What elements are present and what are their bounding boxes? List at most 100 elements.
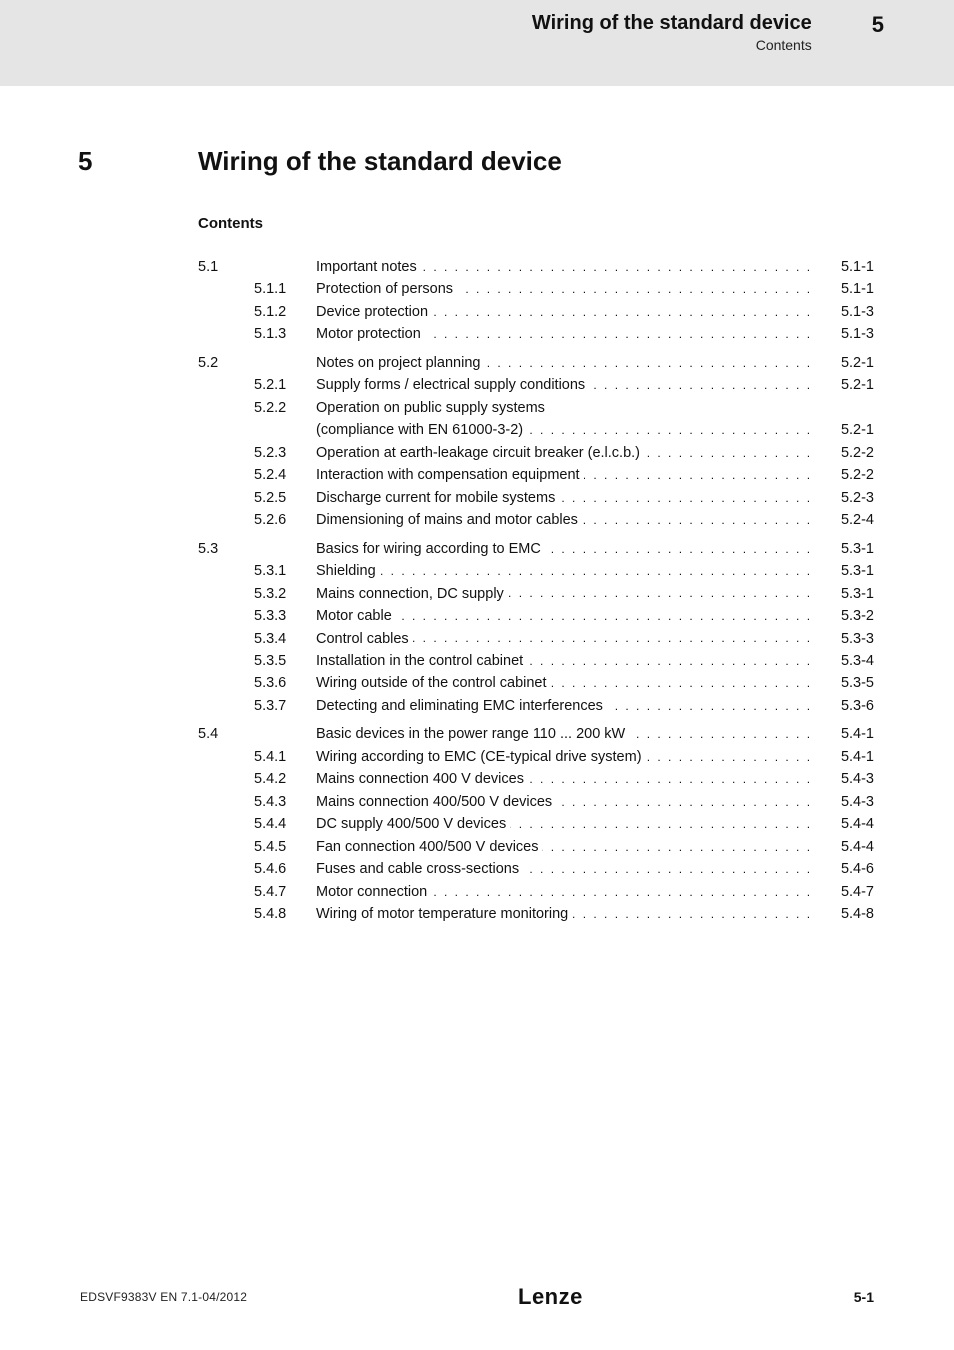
toc-title: Discharge current for mobile systems: [316, 487, 810, 509]
toc-row[interactable]: 5.4.1Wiring according to EMC (CE-typical…: [198, 746, 874, 768]
header-text: Wiring of the standard device Contents: [532, 12, 812, 53]
toc-num-level2: 5.4.5: [254, 836, 316, 858]
toc-title: Motor connection: [316, 881, 810, 903]
toc-num-level2: 5.4.3: [254, 791, 316, 813]
toc-num-level2: 5.4.4: [254, 813, 316, 835]
toc-title: Interaction with compensation equipment: [316, 464, 810, 486]
toc-row[interactable]: 5.1.1Protection of persons5.1-1: [198, 278, 874, 300]
toc-page: 5.4-8: [810, 903, 874, 925]
toc-row[interactable]: 5.2.4Interaction with compensation equip…: [198, 464, 874, 486]
toc-title: Fuses and cable cross-sections: [316, 858, 810, 880]
toc-page: 5.3-5: [810, 672, 874, 694]
header-page-number: 5: [872, 12, 884, 38]
footer-page: 5-1: [854, 1289, 874, 1305]
contents-label: Contents: [198, 215, 954, 232]
toc-title: Protection of persons: [316, 278, 810, 300]
toc-title: Mains connection 400 V devices: [316, 768, 810, 790]
toc-row[interactable]: 5.4.7Motor connection5.4-7: [198, 881, 874, 903]
toc-title-line1: Operation on public supply systems: [316, 397, 810, 419]
section-title: Wiring of the standard device: [198, 146, 562, 177]
toc-title: Shielding: [316, 560, 810, 582]
toc-row[interactable]: 5.4Basic devices in the power range 110 …: [198, 723, 874, 745]
toc-row[interactable]: 5.1.2Device protection5.1-3: [198, 301, 874, 323]
toc-title: Device protection: [316, 301, 810, 323]
toc-row[interactable]: 5.2.2Operation on public supply systems(…: [198, 397, 874, 442]
section-number: 5: [78, 146, 198, 177]
toc-row[interactable]: 5.3.3Motor cable5.3-2: [198, 605, 874, 627]
toc-row[interactable]: 5.2.5Discharge current for mobile system…: [198, 487, 874, 509]
toc-row[interactable]: 5.2Notes on project planning5.2-1: [198, 352, 874, 374]
toc-row[interactable]: 5.2.1Supply forms / electrical supply co…: [198, 374, 874, 396]
toc-page: 5.3-2: [810, 605, 874, 627]
footer-brand: Lenze: [518, 1284, 583, 1310]
toc-title: Wiring outside of the control cabinet: [316, 672, 810, 694]
toc-row[interactable]: 5.4.5Fan connection 400/500 V devices5.4…: [198, 836, 874, 858]
toc-row[interactable]: 5.3.5Installation in the control cabinet…: [198, 650, 874, 672]
toc-title: Operation on public supply systems(compl…: [316, 397, 810, 442]
toc-row[interactable]: 5.2.3Operation at earth-leakage circuit …: [198, 442, 874, 464]
toc-num-level2: 5.3.4: [254, 628, 316, 650]
toc-page: 5.4-1: [810, 723, 874, 745]
toc-title: Dimensioning of mains and motor cables: [316, 509, 810, 531]
toc-num-level2: 5.1.1: [254, 278, 316, 300]
toc-row[interactable]: 5.3Basics for wiring according to EMC5.3…: [198, 538, 874, 560]
toc-page: 5.4-7: [810, 881, 874, 903]
toc-row[interactable]: 5.3.1Shielding5.3-1: [198, 560, 874, 582]
toc-row[interactable]: 5.4.4DC supply 400/500 V devices5.4-4: [198, 813, 874, 835]
toc-num-level2: 5.4.8: [254, 903, 316, 925]
toc-page: 5.2-2: [810, 464, 874, 486]
toc-num-level2: 5.2.4: [254, 464, 316, 486]
section-heading: 5 Wiring of the standard device: [78, 146, 954, 177]
toc-row[interactable]: 5.2.6Dimensioning of mains and motor cab…: [198, 509, 874, 531]
toc-num-level2: 5.2.6: [254, 509, 316, 531]
toc-num-level2: 5.3.7: [254, 695, 316, 717]
toc-page: 5.2-1: [810, 352, 874, 374]
header-subtitle: Contents: [532, 37, 812, 53]
toc-row[interactable]: 5.3.7Detecting and eliminating EMC inter…: [198, 695, 874, 717]
toc-row[interactable]: 5.3.6Wiring outside of the control cabin…: [198, 672, 874, 694]
toc-title: Installation in the control cabinet: [316, 650, 810, 672]
toc-title: Motor cable: [316, 605, 810, 627]
toc-title: Basics for wiring according to EMC: [316, 538, 810, 560]
toc-page: 5.1-3: [810, 323, 874, 345]
toc-page: 5.4-4: [810, 836, 874, 858]
header-title: Wiring of the standard device: [532, 12, 812, 35]
toc-row[interactable]: 5.1.3Motor protection5.1-3: [198, 323, 874, 345]
toc-num-level2: 5.2.5: [254, 487, 316, 509]
toc-page: 5.4-4: [810, 813, 874, 835]
toc-page: 5.1-1: [810, 256, 874, 278]
toc-title: Wiring according to EMC (CE-typical driv…: [316, 746, 810, 768]
table-of-contents: 5.1Important notes5.1-15.1.1Protection o…: [198, 256, 874, 926]
toc-row[interactable]: 5.4.6Fuses and cable cross-sections5.4-6: [198, 858, 874, 880]
toc-num-level2: 5.3.6: [254, 672, 316, 694]
toc-row[interactable]: 5.4.3Mains connection 400/500 V devices5…: [198, 791, 874, 813]
toc-row[interactable]: 5.3.2Mains connection, DC supply5.3-1: [198, 583, 874, 605]
toc-row[interactable]: 5.3.4Control cables5.3-3: [198, 628, 874, 650]
toc-num-level1: 5.2: [198, 352, 254, 374]
toc-num-level2: 5.4.6: [254, 858, 316, 880]
toc-page: 5.3-4: [810, 650, 874, 672]
toc-page: 5.2-1: [810, 419, 874, 441]
toc-num-level2: 5.4.7: [254, 881, 316, 903]
toc-row[interactable]: 5.4.8Wiring of motor temperature monitor…: [198, 903, 874, 925]
toc-title: DC supply 400/500 V devices: [316, 813, 810, 835]
toc-page: 5.4-6: [810, 858, 874, 880]
toc-page: 5.3-1: [810, 583, 874, 605]
toc-page: 5.2-1: [810, 374, 874, 396]
toc-num-level2: 5.3.2: [254, 583, 316, 605]
toc-title: Detecting and eliminating EMC interferen…: [316, 695, 810, 717]
toc-num-level2: 5.1.3: [254, 323, 316, 345]
toc-num-level2: 5.4.2: [254, 768, 316, 790]
toc-title: Control cables: [316, 628, 810, 650]
toc-page: 5.3-1: [810, 560, 874, 582]
toc-num-level2: 5.2.2: [254, 397, 316, 419]
toc-row[interactable]: 5.4.2Mains connection 400 V devices5.4-3: [198, 768, 874, 790]
toc-title: Wiring of motor temperature monitoring: [316, 903, 810, 925]
toc-page: 5.1-3: [810, 301, 874, 323]
toc-title: Fan connection 400/500 V devices: [316, 836, 810, 858]
toc-num-level2: 5.3.3: [254, 605, 316, 627]
toc-num-level2: 5.3.1: [254, 560, 316, 582]
toc-page: 5.3-6: [810, 695, 874, 717]
toc-row[interactable]: 5.1Important notes5.1-1: [198, 256, 874, 278]
toc-num-level2: 5.3.5: [254, 650, 316, 672]
